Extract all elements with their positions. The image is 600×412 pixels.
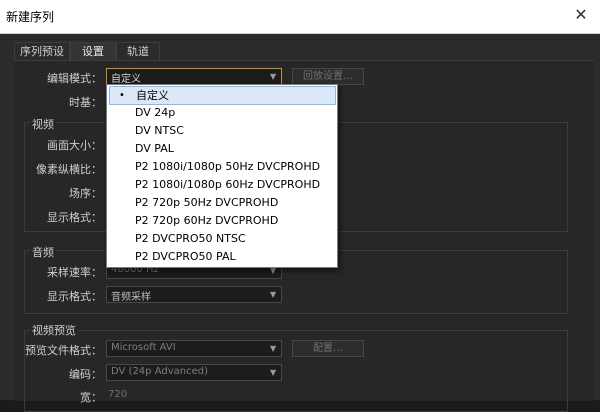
video-display-format-label: 显示格式： [47,211,102,224]
preview-file-format-value: Microsoft AVI [111,342,176,353]
width-value[interactable]: 720 [108,389,127,400]
audio-display-format-label: 显示格式： [47,290,102,303]
dropdown-item-label: 自定义 [136,89,169,102]
dropdown-item[interactable]: P2 DVCPRO50 NTSC [109,230,334,247]
dropdown-item[interactable]: P2 720p 60Hz DVCPROHD [109,212,334,229]
dropdown-item[interactable]: DV PAL [109,140,334,157]
tab-tracks[interactable]: 轨道 [116,42,160,60]
dropdown-item-custom[interactable]: • 自定义 [109,86,336,105]
codec-select[interactable]: DV (24p Advanced) ▼ [106,364,282,381]
edit-mode-label: 编辑模式： [47,72,102,85]
edit-mode-dropdown: • 自定义 DV 24p DV NTSC DV PAL P2 1080i/108… [106,84,338,268]
audio-display-format-value: 音频采样 [111,292,151,303]
sample-rate-label: 采样速率： [47,266,102,279]
dropdown-item-label: P2 720p 60Hz DVCPROHD [135,214,279,227]
new-sequence-dialog: 新建序列 ✕ 序列预设 设置 轨道 编辑模式： 自定义 ▼ 回放设置… 时基： … [0,0,600,412]
edit-mode-value: 自定义 [111,74,141,85]
window-title: 新建序列 [6,10,55,24]
preview-file-format-select[interactable]: Microsoft AVI ▼ [106,340,282,357]
dropdown-item-label: P2 DVCPRO50 PAL [135,250,236,263]
tab-sequence-presets[interactable]: 序列预设 [14,42,70,60]
codec-label: 编码： [69,368,102,381]
dropdown-item-label: DV 24p [135,106,176,119]
codec-value: DV (24p Advanced) [111,366,208,377]
dropdown-item[interactable]: P2 1080i/1080p 50Hz DVCPROHD [109,158,334,175]
dropdown-item[interactable]: P2 1080i/1080p 60Hz DVCPROHD [109,176,334,193]
dropdown-item-label: P2 DVCPRO50 NTSC [135,232,246,245]
dropdown-item-label: P2 1080i/1080p 50Hz DVCPROHD [135,160,321,173]
timebase-label: 时基： [69,96,102,109]
dropdown-item-label: DV NTSC [135,124,184,137]
video-group-title: 视频 [30,116,56,132]
dropdown-item-label: P2 720p 50Hz DVCPROHD [135,196,279,209]
dropdown-item-label: DV PAL [135,142,174,155]
dropdown-item[interactable]: P2 DVCPRO50 PAL [109,248,334,265]
field-order-label: 场序： [69,187,102,200]
preview-file-format-label: 预览文件格式： [25,344,102,357]
configure-button[interactable]: 配置… [292,340,364,357]
close-icon[interactable]: ✕ [572,6,590,24]
tab-settings[interactable]: 设置 [70,42,116,60]
dropdown-item[interactable]: DV NTSC [109,122,334,139]
dropdown-item[interactable]: P2 720p 50Hz DVCPROHD [109,194,334,211]
width-label: 宽： [80,391,102,404]
video-preview-group-title: 视频预览 [30,322,78,338]
pixel-aspect-label: 像素纵横比： [36,163,102,176]
dropdown-item[interactable]: DV 24p [109,104,334,121]
dropdown-item-label: P2 1080i/1080p 60Hz DVCPROHD [135,178,321,191]
selected-bullet-icon: • [119,90,125,101]
audio-display-format-select[interactable]: 音频采样 ▼ [106,286,282,303]
frame-size-label: 画面大小： [47,139,102,152]
playback-settings-button[interactable]: 回放设置… [292,68,364,85]
audio-group-title: 音频 [30,244,56,260]
edit-mode-select[interactable]: 自定义 ▼ [106,68,282,85]
title-bar: 新建序列 ✕ [0,0,600,34]
